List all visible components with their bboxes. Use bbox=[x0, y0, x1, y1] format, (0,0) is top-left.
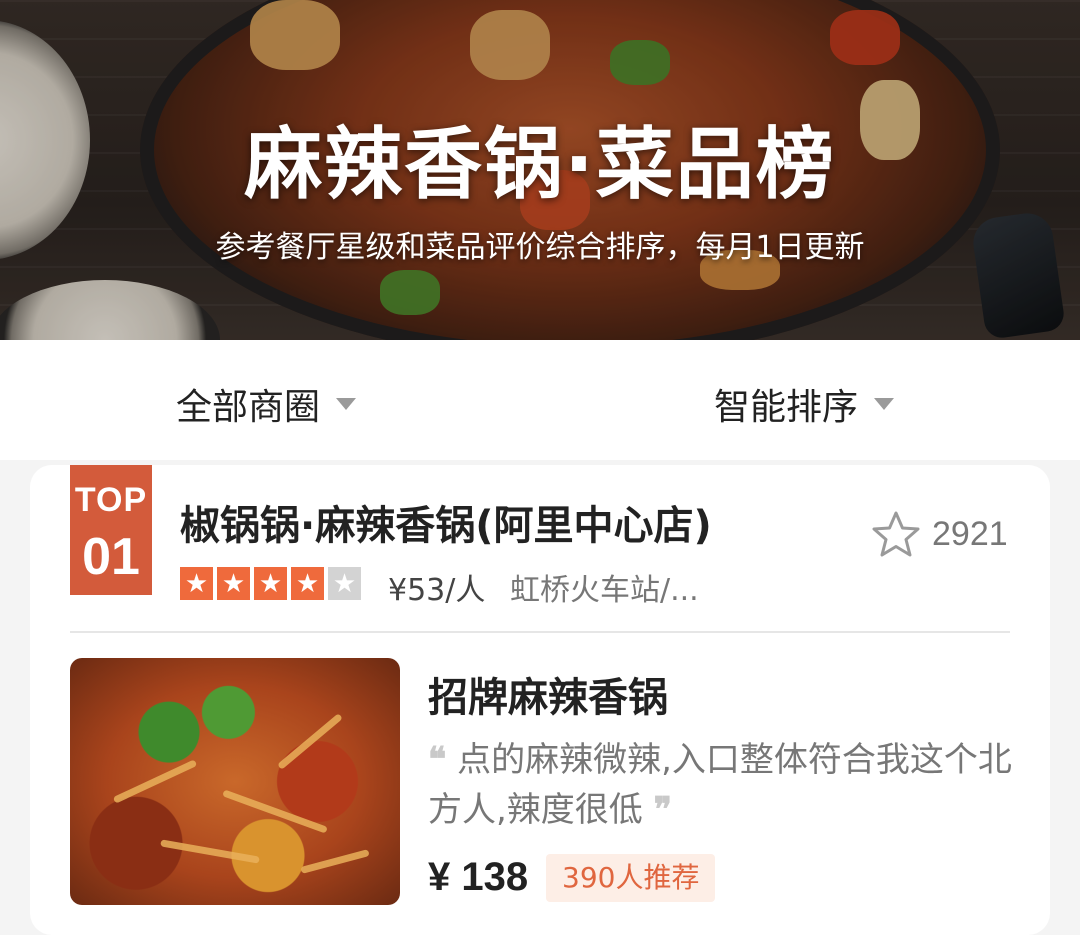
dish-price: ¥ 138 bbox=[428, 855, 529, 899]
star-filled-icon: ★ bbox=[291, 567, 324, 600]
rank-badge-number: 01 bbox=[82, 528, 140, 586]
rating-stars: ★ ★ ★ ★ ★ bbox=[180, 567, 361, 600]
star-outline-icon[interactable] bbox=[870, 509, 922, 561]
star-filled-icon: ★ bbox=[180, 567, 213, 600]
star-filled-icon: ★ bbox=[254, 567, 287, 600]
review-text: 点的麻辣微辣,入口整体符合我这个北方人,辣度很低 bbox=[428, 740, 1012, 830]
filter-bar: 全部商圈 智能排序 bbox=[0, 340, 1080, 460]
sort-filter-label: 智能排序 bbox=[714, 387, 859, 428]
dish-photo[interactable] bbox=[70, 658, 400, 905]
shop-location: 虹桥火车站/... bbox=[510, 573, 699, 608]
recommend-count-badge: 390人推荐 bbox=[546, 854, 716, 902]
rank-badge-top: TOP bbox=[74, 481, 148, 519]
caret-down-icon bbox=[874, 398, 895, 410]
hero-banner: 麻辣香锅·菜品榜 参考餐厅星级和菜品评价综合排序，每月1日更新 bbox=[0, 0, 1080, 340]
quote-open-icon: ❝ bbox=[428, 740, 447, 780]
page-title: 麻辣香锅·菜品榜 bbox=[244, 120, 836, 210]
page-subtitle: 参考餐厅星级和菜品评价综合排序，每月1日更新 bbox=[215, 230, 865, 265]
ranking-card[interactable]: TOP 01 椒锅锅·麻辣香锅(阿里中心店) ★ ★ ★ ★ ★ ¥53/人 虹桥火车站… bbox=[30, 465, 1050, 935]
price-per-person: ¥53/人 bbox=[388, 573, 486, 608]
sort-filter-dropdown[interactable]: 智能排序 bbox=[714, 378, 895, 430]
divider bbox=[70, 631, 1010, 633]
dish-review: ❝ 点的麻辣微辣,入口整体符合我这个北方人,辣度很低 ❞ bbox=[428, 735, 1028, 835]
star-filled-icon: ★ bbox=[217, 567, 250, 600]
area-filter-label: 全部商圈 bbox=[176, 387, 321, 428]
favorite-count: 2921 bbox=[932, 515, 1008, 553]
quote-close-icon: ❞ bbox=[653, 790, 672, 830]
star-empty-icon: ★ bbox=[328, 567, 361, 600]
area-filter-dropdown[interactable]: 全部商圈 bbox=[176, 378, 357, 430]
shop-name[interactable]: 椒锅锅·麻辣香锅(阿里中心店) bbox=[180, 493, 712, 551]
rank-badge: TOP 01 bbox=[70, 465, 152, 595]
dish-name[interactable]: 招牌麻辣香锅 bbox=[428, 665, 668, 723]
caret-down-icon bbox=[336, 398, 357, 410]
